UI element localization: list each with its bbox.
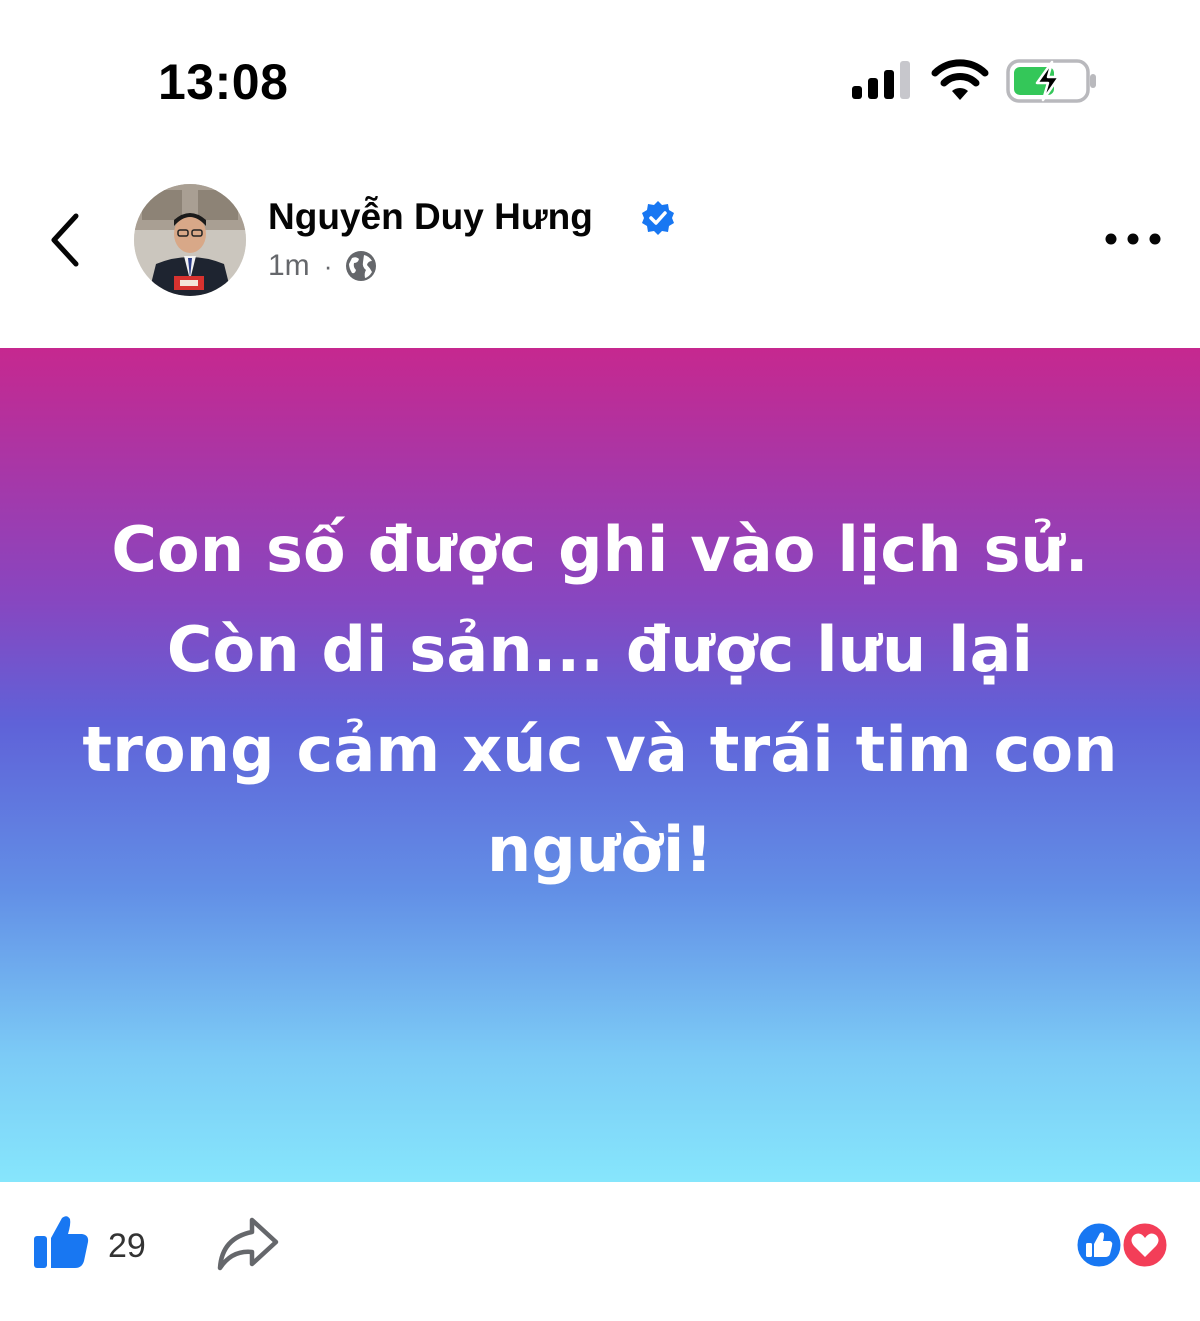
status-bar: 13:08 <box>0 0 1200 150</box>
love-reaction-icon <box>1120 1220 1170 1270</box>
avatar-photo <box>134 184 246 296</box>
author-name[interactable]: Nguyễn Duy Hưng <box>268 194 593 240</box>
facebook-post-screen: 13:08 Nguyễn Duy Hưng 1m · Con số được g… <box>0 0 1200 1321</box>
signal-icon <box>852 61 910 99</box>
status-time: 13:08 <box>158 54 289 110</box>
wifi-icon <box>931 59 989 100</box>
reaction-summary[interactable] <box>1074 1220 1174 1270</box>
globe-icon <box>346 251 377 281</box>
post-time[interactable]: 1m <box>268 246 310 286</box>
more-options-icon[interactable] <box>1100 222 1166 256</box>
author-avatar[interactable] <box>134 184 246 296</box>
post-content-background[interactable]: Con số được ghi vào lịch sử. Còn di sản.… <box>0 348 1200 1182</box>
post-header: Nguyễn Duy Hưng 1m · <box>0 170 1200 320</box>
post-text: Con số được ghi vào lịch sử. Còn di sản.… <box>82 513 1118 886</box>
battery-charging-icon <box>1006 59 1096 103</box>
share-icon[interactable] <box>216 1216 280 1272</box>
post-meta: 1m · <box>268 246 378 286</box>
back-button[interactable] <box>40 210 92 270</box>
verified-badge-icon <box>642 201 674 235</box>
meta-separator: · <box>323 251 333 281</box>
like-count: 29 <box>108 1227 146 1265</box>
like-reaction-icon <box>1074 1220 1124 1270</box>
like-button[interactable]: 29 <box>30 1212 170 1278</box>
thumbs-up-icon <box>34 1216 89 1268</box>
post-action-bar: 29 <box>0 1182 1200 1321</box>
